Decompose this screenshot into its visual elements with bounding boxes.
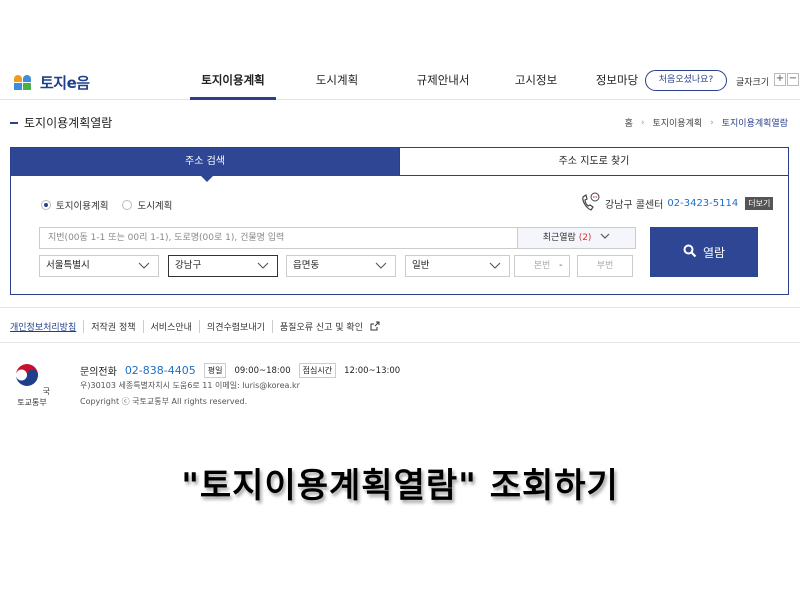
weekday-hours: 09:00~18:00 — [234, 365, 291, 376]
contact-phone: 02-838-4405 — [124, 364, 196, 377]
nav-item-land-use-plan[interactable]: 토지이용계획 — [190, 60, 276, 100]
breadcrumb-current: 토지이용계획열람 — [721, 119, 788, 129]
external-link-icon — [370, 321, 380, 331]
radio-land-use-plan[interactable]: 토지이용계획 — [41, 198, 108, 212]
logo-text: 토지e음 — [40, 74, 90, 92]
breadcrumb-home[interactable]: 홈 — [625, 116, 633, 129]
radio-dot — [122, 200, 133, 210]
sub-number-input[interactable]: 부번 — [577, 255, 633, 277]
first-visit-button[interactable]: 처음오셨나요? — [645, 70, 727, 91]
address-search-panel: 주소 검색 주소 지도로 찾기 토지이용계획 도시계획 강남구 콜센터 02-3… — [10, 147, 789, 295]
recent-count: (2) — [578, 233, 592, 243]
tab-map-search[interactable]: 주소 지도로 찾기 — [399, 148, 788, 176]
radio-label: 도시계획 — [137, 201, 173, 212]
breadcrumb: 홈 › 토지이용계획 › 토지이용계획열람 — [625, 116, 788, 130]
nav-item-regulation-guide[interactable]: 규제안내서 — [400, 60, 486, 100]
tab-address-search[interactable]: 주소 검색 — [11, 148, 399, 182]
search-tabs: 주소 검색 주소 지도로 찾기 — [11, 148, 788, 182]
ministry-emblem-icon — [15, 363, 40, 387]
sigungu-value: 강남구 — [175, 260, 202, 271]
footer-copyright: Copyright ⓒ 국토교통부 All rights reserved. — [80, 397, 248, 406]
nav-item-info-plaza[interactable]: 정보마당 — [584, 60, 650, 100]
chevron-down-icon — [257, 258, 269, 280]
main-nav: 토지이용계획 도시계획 규제안내서 고시정보 정보마당 — [190, 60, 650, 100]
ministry-logo: 국토교통부 — [12, 362, 52, 408]
site-logo[interactable]: 토지e음 — [14, 72, 90, 93]
plan-type-radio-group: 토지이용계획 도시계획 — [41, 198, 172, 212]
more-button[interactable]: 더보기 — [745, 197, 774, 210]
phone-icon — [579, 192, 601, 215]
chevron-down-icon — [375, 258, 387, 280]
call-center-info: 강남구 콜센터 02-3423-5114 더보기 — [579, 192, 774, 215]
link-copyright-policy[interactable]: 저작권 정책 — [83, 320, 142, 333]
chevron-down-icon — [594, 233, 610, 243]
font-size-decrease-button[interactable]: − — [787, 73, 799, 86]
chevron-right-icon: › — [710, 117, 714, 128]
chevron-down-icon — [138, 258, 150, 280]
link-error-report-label: 품질오류 신고 및 확인 — [279, 323, 363, 333]
call-center-number: 02-3423-5114 — [667, 198, 739, 209]
submit-label: 열람 — [702, 245, 726, 260]
radio-dot — [41, 200, 51, 210]
nav-item-notice-info[interactable]: 고시정보 — [506, 60, 566, 100]
sido-select[interactable]: 서울특별시 — [39, 255, 159, 277]
weekday-tag: 평일 — [203, 363, 227, 378]
land-type-select[interactable]: 일반 — [405, 255, 510, 277]
footer-links-bar: 개인정보처리방침 저작권 정책 서비스안내 의견수렴보내기 품질오류 신고 및 … — [0, 307, 800, 343]
contact-info: 문의전화 02-838-4405 평일 09:00~18:00 점심시간 12:… — [80, 363, 400, 378]
instruction-caption: "토지이용계획열람" 조회하기 — [181, 466, 619, 506]
call-center-label: 강남구 콜센터 — [605, 200, 664, 211]
search-icon — [683, 244, 697, 261]
logo-mark-icon — [14, 74, 34, 91]
sido-value: 서울특별시 — [46, 260, 90, 271]
land-type-value: 일반 — [412, 260, 430, 271]
lunch-tag: 점심시간 — [298, 363, 337, 378]
footer-address: 우)30103 세종특별자치시 도움6로 11 이메일: luris@korea… — [80, 381, 300, 390]
recent-label: 최근열람 — [542, 233, 576, 243]
address-search-input[interactable]: 지번(00동 1-1 또는 00리 1-1), 도로명(00로 1), 건물명 … — [39, 227, 528, 249]
font-size-label: 글자크기 — [736, 78, 770, 88]
page-title-text: 토지이용계획열람 — [24, 116, 113, 130]
font-size-increase-button[interactable]: + — [774, 73, 786, 86]
link-service-guide[interactable]: 서비스안내 — [142, 320, 199, 333]
breadcrumb-land-use[interactable]: 토지이용계획 — [652, 116, 702, 129]
link-error-report[interactable]: 품질오류 신고 및 확인 — [271, 320, 387, 333]
sigungu-select[interactable]: 강남구 — [168, 255, 278, 277]
eupmyeondong-select[interactable]: 읍면동 — [286, 255, 396, 277]
contact-label: 문의전화 — [80, 367, 117, 378]
recent-views-dropdown[interactable]: 최근열람 (2) — [517, 227, 636, 249]
title-bar-decoration — [10, 121, 18, 124]
link-feedback[interactable]: 의견수렴보내기 — [198, 320, 272, 333]
footer-links: 개인정보처리방침 저작권 정책 서비스안내 의견수렴보내기 품질오류 신고 및 … — [10, 320, 387, 333]
lunch-hours: 12:00~13:00 — [344, 365, 401, 376]
eupmyeondong-value: 읍면동 — [293, 260, 320, 271]
view-submit-button[interactable]: 열람 — [650, 227, 758, 277]
nav-item-urban-plan[interactable]: 도시계획 — [296, 60, 378, 100]
ministry-name: 국토교통부 — [17, 387, 50, 407]
number-separator: - — [559, 260, 563, 271]
top-navigation-bar: 토지e음 토지이용계획 도시계획 규제안내서 고시정보 정보마당 처음오셨나요?… — [0, 60, 800, 100]
chevron-right-icon: › — [640, 117, 645, 128]
radio-label: 토지이용계획 — [56, 201, 109, 212]
chevron-down-icon — [489, 258, 501, 280]
link-privacy-policy[interactable]: 개인정보처리방침 — [10, 320, 83, 333]
page-title: 토지이용계획열람 — [10, 114, 112, 131]
radio-urban-plan[interactable]: 도시계획 — [122, 198, 172, 212]
